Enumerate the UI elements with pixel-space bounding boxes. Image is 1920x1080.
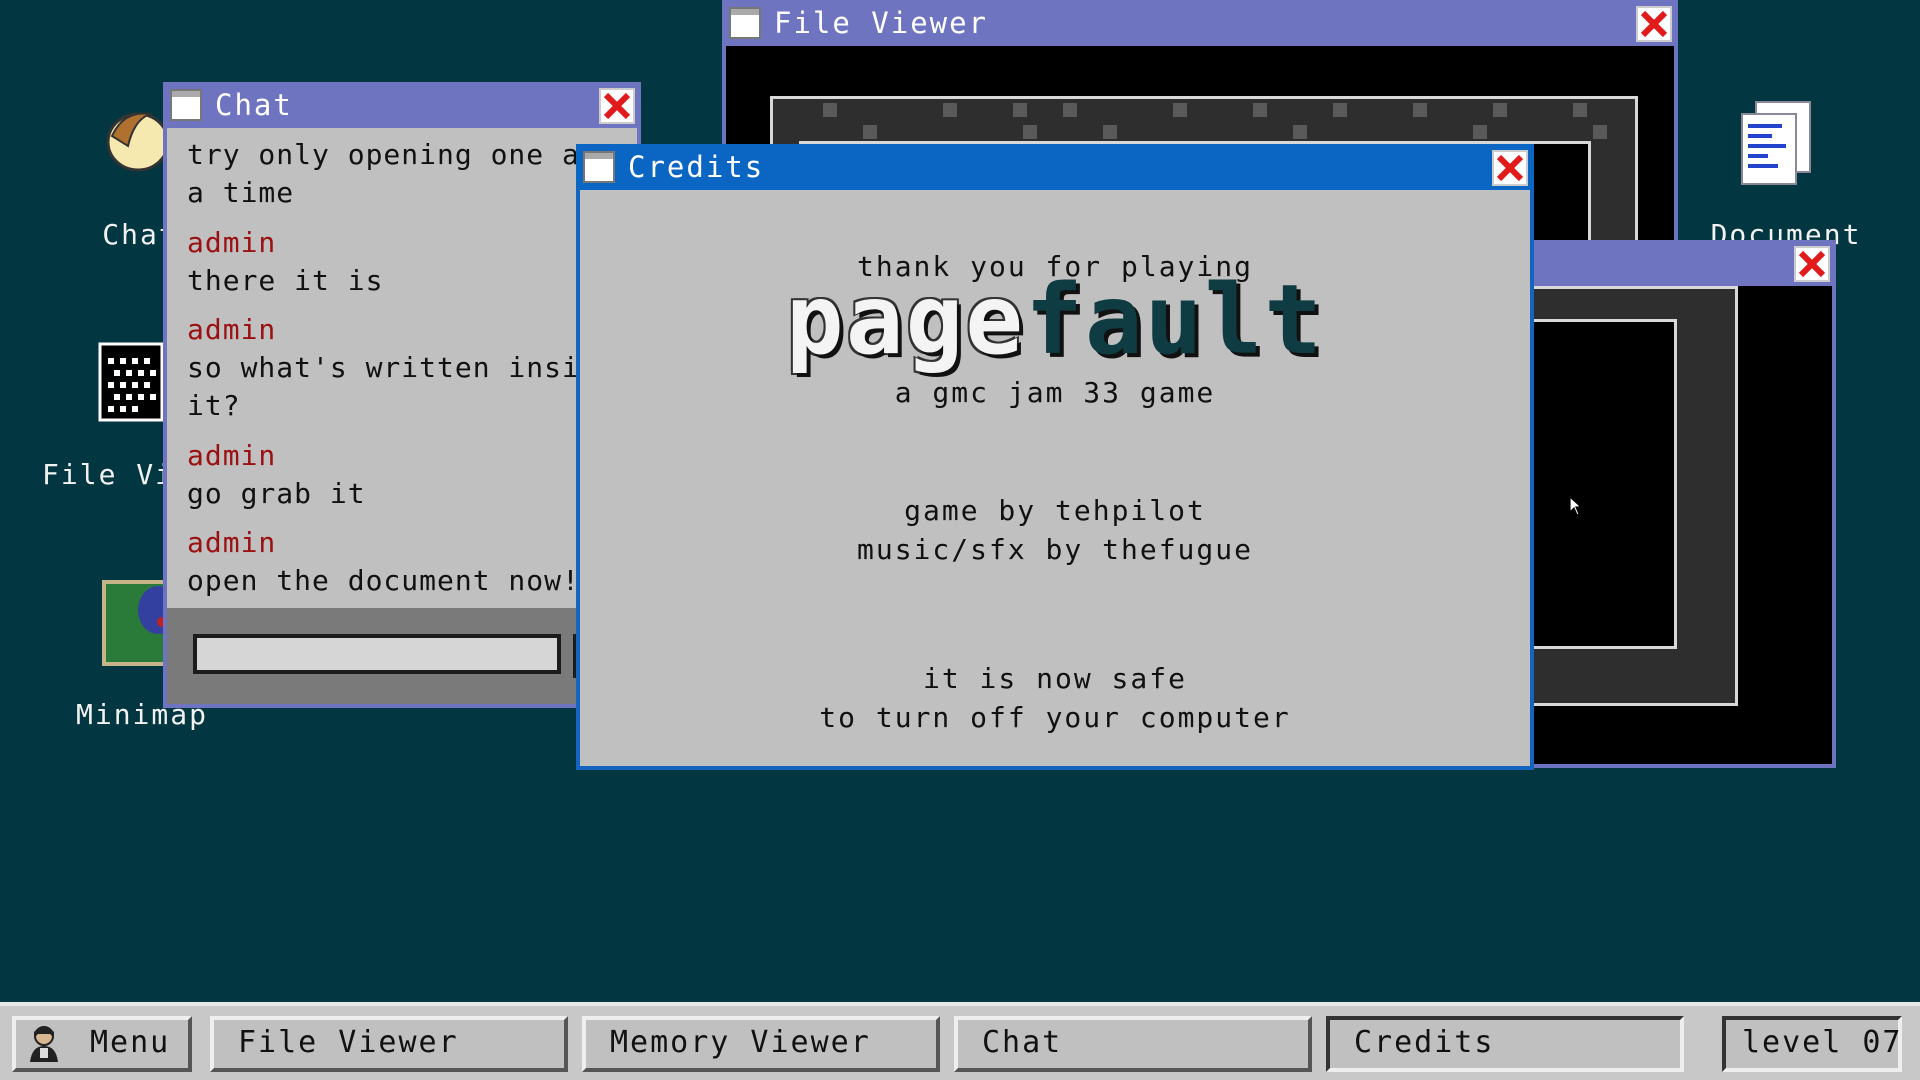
chat-message-text: a time	[187, 176, 295, 209]
chat-message-text: go grab it	[187, 477, 366, 510]
avatar-icon	[24, 1022, 64, 1078]
taskbar-memory-viewer[interactable]: Memory Viewer	[582, 1016, 940, 1072]
credits-content: thank you for playing pagefault a gmc ja…	[580, 190, 1530, 766]
chat-message-text: there it is	[187, 264, 384, 297]
chat-window[interactable]: Chat try only opening one at a time admi…	[163, 82, 641, 708]
logo-fault: fault	[1025, 264, 1325, 376]
document-icon	[1738, 100, 1814, 186]
chat-username: admin	[187, 439, 277, 472]
chat-message-text: try only opening one at	[187, 138, 598, 171]
credits-window[interactable]: Credits thank you for playing pagefault …	[576, 144, 1534, 770]
chat-message: admin go grab it	[187, 437, 366, 513]
credit-music: music/sfx by thefugue	[856, 533, 1253, 566]
chat-message: admin so what's written inside it?	[187, 311, 616, 425]
close-icon[interactable]	[1636, 6, 1672, 42]
file-viewer-titlebar[interactable]: File Viewer	[722, 0, 1678, 46]
chat-message-text: open the document now!	[187, 564, 580, 597]
chat-input[interactable]	[193, 634, 561, 674]
safe-line-1: it is now safe	[922, 662, 1187, 695]
chat-titlebar[interactable]: Chat	[163, 82, 641, 128]
chat-message-text: it?	[187, 389, 241, 422]
game-logo: pagefault	[580, 270, 1530, 370]
chat-message-text: so what's written inside	[187, 351, 616, 384]
chat-log: try only opening one at a time admin the…	[167, 128, 637, 704]
desktop-icon-document[interactable]: Document	[1706, 100, 1866, 260]
logo-page: page	[785, 264, 1026, 376]
credits-titlebar[interactable]: Credits	[576, 144, 1534, 190]
close-icon[interactable]	[599, 88, 635, 124]
window-title: Chat	[215, 88, 293, 122]
chat-message: admin open the document now!	[187, 524, 580, 600]
window-icon	[729, 7, 761, 39]
taskbar-file-viewer[interactable]: File Viewer	[210, 1016, 568, 1072]
level-indicator: level 07	[1722, 1016, 1902, 1072]
close-icon[interactable]	[1492, 150, 1528, 186]
credit-game: game by tehpilot	[904, 494, 1206, 527]
taskbar: Menu File Viewer Memory Viewer Chat Cred…	[0, 1002, 1920, 1080]
cursor-icon	[1569, 495, 1583, 520]
taskbar-chat[interactable]: Chat	[954, 1016, 1312, 1072]
chat-username: admin	[187, 313, 277, 346]
chat-input-bar	[167, 608, 637, 704]
chat-username: admin	[187, 226, 277, 259]
close-icon[interactable]	[1794, 246, 1830, 282]
chat-message: admin there it is	[187, 224, 383, 300]
window-icon	[170, 89, 202, 121]
chat-bubble-icon	[104, 106, 170, 176]
chat-message: try only opening one at a time	[187, 136, 598, 212]
subtitle-text: a gmc jam 33 game	[894, 376, 1216, 409]
safe-line-2: to turn off your computer	[819, 701, 1291, 734]
window-icon	[583, 151, 615, 183]
window-title: File Viewer	[774, 6, 989, 40]
window-title: Credits	[628, 150, 765, 184]
menu-button[interactable]: Menu	[12, 1016, 192, 1072]
chat-username: admin	[187, 526, 277, 559]
menu-label: Menu	[90, 1025, 171, 1060]
folder-grid-icon	[96, 340, 166, 424]
taskbar-credits[interactable]: Credits	[1326, 1016, 1684, 1072]
